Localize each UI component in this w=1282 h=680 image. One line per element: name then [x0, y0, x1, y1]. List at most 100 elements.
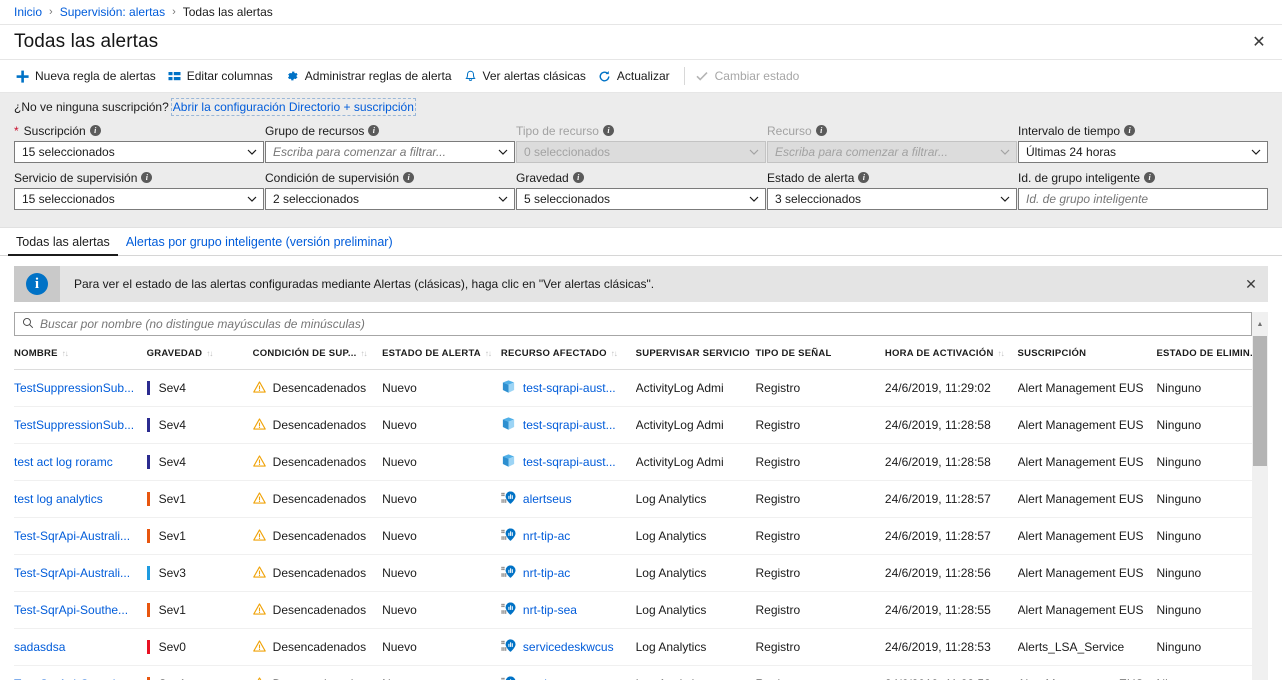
- info-icon[interactable]: i: [1144, 172, 1156, 183]
- info-icon[interactable]: i: [572, 172, 584, 183]
- column-header-estado-de-alerta[interactable]: ESTADO DE ALERTA ↑↓: [382, 336, 501, 370]
- table-row[interactable]: Test-SqrApi-Australi... Sev1 Desencadenado…: [14, 517, 1252, 555]
- sort-icon[interactable]: ↑↓: [361, 349, 368, 358]
- table-row[interactable]: test log analytics Sev1 Desencadenados Nuev…: [14, 480, 1252, 518]
- alert-name-link[interactable]: TestSuppressionSub...: [14, 381, 134, 395]
- table-row[interactable]: Test-SqrApi-Canada...Sev1DesencadenadosN…: [14, 665, 1252, 680]
- table-row[interactable]: Test-SqrApi-Australi... Sev3 Desencadenado…: [14, 554, 1252, 592]
- filter-recurso-placeholder: Escriba para comenzar a filtrar...: [775, 145, 948, 159]
- filter-intervalo-de-tiempo-select[interactable]: Últimas 24 horas: [1018, 141, 1268, 163]
- info-icon[interactable]: i: [858, 172, 870, 183]
- scrollbar-thumb[interactable]: [1253, 336, 1267, 466]
- column-header-nombre[interactable]: NOMBRE ↑↓: [14, 336, 147, 370]
- affected-resource-link[interactable]: servicedeskwcus: [523, 640, 614, 654]
- tab-todas-las-alertas[interactable]: Todas las alertas: [8, 235, 118, 256]
- column-header-hora-de-activacion[interactable]: HORA DE ACTIVACIÓN ↑↓: [884, 336, 1018, 370]
- cell-monitor-service: Log Analytics: [635, 665, 756, 680]
- column-header-recurso-afectado[interactable]: RECURSO AFECTADO ↑↓: [500, 336, 636, 370]
- scrollbar-up-button[interactable]: ▲: [1252, 312, 1268, 336]
- affected-resource-link[interactable]: test-sqrapi-aust...: [523, 381, 616, 395]
- alert-name-link[interactable]: TestSuppressionSub...: [14, 418, 134, 432]
- filter-servicio-de-supervision-label: Servicio de supervisión i: [14, 170, 264, 185]
- affected-resource-link[interactable]: nrt-tip-ac: [523, 529, 570, 543]
- alert-state-label: Nuevo: [382, 492, 417, 506]
- affected-resource-link[interactable]: nrt-tip-sea: [523, 603, 577, 617]
- info-icon[interactable]: i: [1124, 125, 1136, 136]
- cell-alert-state: Nuevo: [382, 443, 501, 481]
- filter-suscripcion-select[interactable]: 15 seleccionados: [14, 141, 264, 163]
- info-icon[interactable]: i: [89, 125, 101, 136]
- column-header-suscripcion[interactable]: SUSCRIPCIÓN: [1017, 336, 1157, 370]
- cell-monitor-service: Log Analytics: [635, 480, 756, 518]
- alert-name-link[interactable]: test log analytics: [14, 492, 103, 506]
- log-analytics-icon: [501, 564, 516, 582]
- alert-name-link[interactable]: Test-SqrApi-Southe...: [14, 603, 128, 617]
- info-icon[interactable]: i: [403, 172, 415, 183]
- alert-name-link[interactable]: Test-SqrApi-Australi...: [14, 529, 130, 543]
- affected-resource-link[interactable]: test-sqrapi-aust...: [523, 455, 616, 469]
- close-icon[interactable]: ✕: [1246, 29, 1272, 55]
- table-row[interactable]: sadasdsa Sev0 Desencadenados Nuevo servicede…: [14, 628, 1252, 666]
- column-header-condicion-de-sup[interactable]: CONDICIÓN DE SUP... ↑↓: [252, 336, 383, 370]
- cell-monitor-service: ActivityLog Admi: [635, 369, 756, 407]
- sort-icon[interactable]: ↑↓: [62, 349, 69, 358]
- info-icon[interactable]: i: [602, 125, 614, 136]
- cell-deletion-state: Ninguno: [1156, 554, 1252, 592]
- filter-suscripcion-label: * Suscripción i: [14, 123, 264, 138]
- affected-resource-link[interactable]: nrt-tip-ac: [523, 566, 570, 580]
- table-row[interactable]: TestSuppressionSub... Sev4 Desencadenados N…: [14, 406, 1252, 444]
- table-row[interactable]: Test-SqrApi-Southe... Sev1 Desencadenados N…: [14, 591, 1252, 629]
- alert-name-link[interactable]: test act log roramc: [14, 455, 113, 469]
- info-icon[interactable]: i: [368, 125, 380, 136]
- view-classic-alerts-button[interactable]: Ver alertas clásicas: [462, 63, 596, 89]
- filter-condicion-de-supervision-select[interactable]: 2 seleccionados: [265, 188, 515, 210]
- sort-icon[interactable]: ↑↓: [485, 349, 492, 358]
- breadcrumb-item-supervision[interactable]: Supervisión: alertas: [60, 5, 165, 19]
- alert-name-link[interactable]: Test-SqrApi-Australi...: [14, 566, 130, 580]
- column-header-supervisar-servicio[interactable]: SUPERVISAR SERVICIO: [635, 336, 756, 370]
- alert-state-label: Nuevo: [382, 529, 417, 543]
- column-header-estado-de-elimin[interactable]: ESTADO DE ELIMIN...: [1156, 336, 1258, 370]
- vertical-scrollbar[interactable]: ▼: [1252, 336, 1268, 680]
- refresh-button[interactable]: Actualizar: [596, 63, 680, 89]
- alert-name-link[interactable]: sadasdsa: [14, 640, 65, 654]
- filter-gravedad-select[interactable]: 5 seleccionados: [516, 188, 766, 210]
- affected-resource-link[interactable]: alertseus: [523, 492, 572, 506]
- open-directory-subscription-link[interactable]: Abrir la configuración Directorio + susc…: [170, 98, 416, 116]
- column-header-tipo-de-senal[interactable]: TIPO DE SEÑAL: [755, 336, 885, 370]
- sort-icon[interactable]: ↑↓: [206, 349, 213, 358]
- sort-icon[interactable]: ↑↓: [998, 349, 1005, 358]
- sort-icon[interactable]: ↑↓: [611, 349, 618, 358]
- chevron-down-icon: [743, 196, 765, 203]
- column-header-gravedad[interactable]: GRAVEDAD ↑↓: [146, 336, 253, 370]
- edit-columns-button[interactable]: Editar columnas: [166, 63, 283, 89]
- info-icon[interactable]: i: [141, 172, 153, 183]
- filter-gravedad: Gravedad i 5 seleccionados: [516, 170, 766, 210]
- cell-name: test log analytics: [14, 480, 147, 518]
- view-classic-alerts-label: Ver alertas clásicas: [482, 69, 586, 83]
- info-banner-close-icon[interactable]: ✕: [1240, 273, 1262, 295]
- filter-id-de-grupo-inteligente-input[interactable]: Id. de grupo inteligente: [1018, 188, 1268, 210]
- filter-servicio-de-supervision-select[interactable]: 15 seleccionados: [14, 188, 264, 210]
- no-subscription-text: ¿No ve ninguna suscripción?: [14, 100, 169, 114]
- change-state-button: Cambiar estado: [693, 63, 810, 89]
- cell-name: Test-SqrApi-Southe...: [14, 591, 147, 629]
- breadcrumb-item-inicio[interactable]: Inicio: [14, 5, 42, 19]
- filter-estado-de-alerta-select[interactable]: 3 seleccionados: [767, 188, 1017, 210]
- manage-alert-rules-button[interactable]: Administrar reglas de alerta: [283, 63, 462, 89]
- table-row[interactable]: TestSuppressionSub... Sev4 Desencadenados N…: [14, 369, 1252, 407]
- info-banner: i Para ver el estado de las alertas conf…: [14, 266, 1268, 302]
- new-alert-rule-button[interactable]: Nueva regla de alertas: [14, 63, 166, 89]
- affected-resource-link[interactable]: test-sqrapi-aust...: [523, 418, 616, 432]
- cell-name: test act log roramc: [14, 443, 147, 481]
- info-icon[interactable]: i: [815, 125, 827, 136]
- column-header-label: SUSCRIPCIÓN: [1017, 348, 1087, 359]
- alert-state-label: Nuevo: [382, 566, 417, 580]
- tab-alertas-por-grupo-inteligente[interactable]: Alertas por grupo inteligente (versión p…: [118, 235, 401, 255]
- cell-deletion-state: Ninguno: [1156, 628, 1252, 666]
- table-row[interactable]: test act log roramc Sev4 Desencadenados Nue…: [14, 443, 1252, 481]
- search-input[interactable]: Buscar por nombre (no distingue mayúscul…: [14, 312, 1252, 336]
- filter-estado-de-alerta-label: Estado de alerta i: [767, 170, 1017, 185]
- filter-grupo-de-recursos-select[interactable]: Escriba para comenzar a filtrar...: [265, 141, 515, 163]
- refresh-icon: [598, 70, 611, 83]
